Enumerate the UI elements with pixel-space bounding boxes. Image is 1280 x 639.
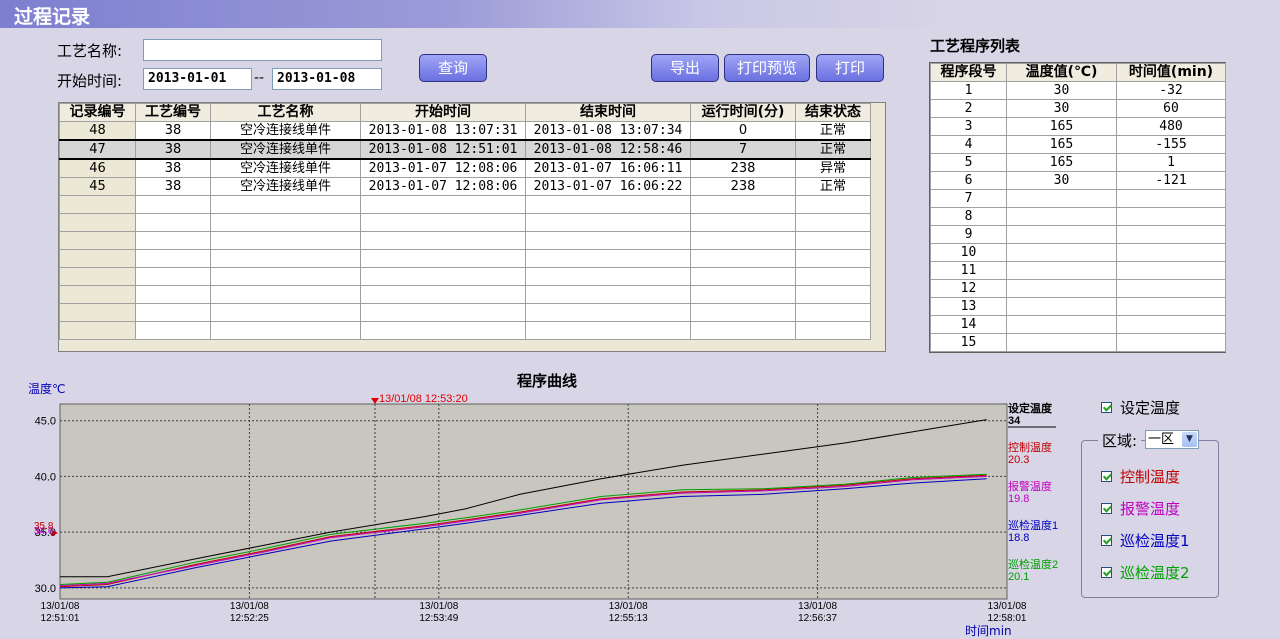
table-cell bbox=[1116, 315, 1226, 334]
plot-area[interactable] bbox=[59, 403, 1008, 600]
checkbox-checked-icon[interactable] bbox=[1101, 535, 1112, 546]
table-cell bbox=[1116, 261, 1226, 280]
table-cell: -32 bbox=[1116, 81, 1226, 100]
legend-name: 巡检温度2 bbox=[1008, 557, 1058, 571]
table-cell bbox=[1116, 243, 1226, 262]
table-cell: 1 bbox=[1116, 153, 1226, 172]
chevron-down-icon[interactable]: ▼ bbox=[1182, 432, 1197, 447]
table-cell bbox=[1116, 225, 1226, 244]
legend-value: 34 bbox=[1008, 415, 1021, 427]
checkbox-checked-icon[interactable] bbox=[1101, 503, 1112, 514]
x-tick-time: 12:53:49 bbox=[419, 613, 458, 624]
zone-select[interactable]: 一区 ▼ bbox=[1145, 430, 1199, 449]
y-tick-label: 45.0 bbox=[35, 416, 56, 428]
left-marker-value-2: 34.6 bbox=[34, 526, 54, 537]
table-cell bbox=[1116, 279, 1226, 298]
x-tick-date: 13/01/08 bbox=[41, 601, 80, 612]
cursor-time-label: 13/01/08 12:53:20 bbox=[379, 393, 468, 405]
legend-name: 报警温度 bbox=[1008, 479, 1052, 493]
series-checkbox-label: 巡检温度2 bbox=[1120, 564, 1190, 582]
table-cell: 60 bbox=[1116, 99, 1226, 118]
set-temp-label: 设定温度 bbox=[1120, 399, 1181, 417]
checkbox-checked-icon[interactable] bbox=[1101, 402, 1112, 413]
table-cell bbox=[1116, 333, 1226, 352]
series-checkbox[interactable]: 控制温度 bbox=[1101, 466, 1180, 487]
table-cell bbox=[1116, 297, 1226, 316]
legend-name: 设定温度 bbox=[1008, 401, 1053, 415]
series-checkbox[interactable]: 巡检温度2 bbox=[1101, 562, 1190, 583]
table-cell bbox=[1116, 207, 1226, 226]
x-tick-date: 13/01/08 bbox=[230, 601, 269, 612]
column-header: 时间值(min) bbox=[1116, 63, 1226, 82]
series-legend: 设定温度34 控制温度20.3 报警温度19.8 巡检温度118.8 巡检温度220.1 bbox=[1008, 401, 1058, 583]
legend-value: 20.1 bbox=[1008, 571, 1029, 583]
process-curve-chart[interactable]: 45.040.035.030.013/01/0812:51:0113/01/08… bbox=[0, 0, 1080, 637]
series-checkbox[interactable]: 巡检温度1 bbox=[1101, 530, 1190, 551]
x-tick-date: 13/01/08 bbox=[988, 601, 1027, 612]
table-cell bbox=[1116, 189, 1226, 208]
legend-name: 巡检温度1 bbox=[1008, 518, 1058, 532]
x-tick-time: 12:52:25 bbox=[230, 613, 269, 624]
table-cell: -121 bbox=[1116, 171, 1226, 190]
legend-name: 控制温度 bbox=[1008, 440, 1052, 454]
checkbox-checked-icon[interactable] bbox=[1101, 471, 1112, 482]
series-checkbox[interactable]: 报警温度 bbox=[1101, 498, 1180, 519]
series-checkbox-label: 控制温度 bbox=[1120, 468, 1181, 486]
zone-value: 一区 bbox=[1148, 432, 1175, 447]
x-tick-time: 12:56:37 bbox=[798, 613, 837, 624]
series-checkbox-label: 报警温度 bbox=[1120, 500, 1181, 518]
x-tick-date: 13/01/08 bbox=[609, 601, 648, 612]
table-cell: 480 bbox=[1116, 117, 1226, 136]
checkbox-checked-icon[interactable] bbox=[1101, 567, 1112, 578]
legend-value: 19.8 bbox=[1008, 493, 1029, 505]
x-tick-date: 13/01/08 bbox=[419, 601, 458, 612]
table-cell: -155 bbox=[1116, 135, 1226, 154]
x-tick-time: 12:58:01 bbox=[988, 613, 1027, 624]
y-tick-label: 30.0 bbox=[35, 583, 56, 595]
y-tick-label: 40.0 bbox=[35, 471, 56, 483]
zone-label: 区域: bbox=[1098, 430, 1142, 451]
legend-value: 18.8 bbox=[1008, 532, 1029, 544]
series-checkbox-label: 巡检温度1 bbox=[1120, 532, 1190, 550]
cursor-marker-icon[interactable] bbox=[371, 398, 379, 404]
x-tick-time: 12:55:13 bbox=[609, 613, 648, 624]
set-temp-checkbox[interactable]: 设定温度 bbox=[1101, 397, 1180, 418]
legend-value: 20.3 bbox=[1008, 454, 1029, 466]
x-tick-time: 12:51:01 bbox=[41, 613, 80, 624]
x-tick-date: 13/01/08 bbox=[798, 601, 837, 612]
